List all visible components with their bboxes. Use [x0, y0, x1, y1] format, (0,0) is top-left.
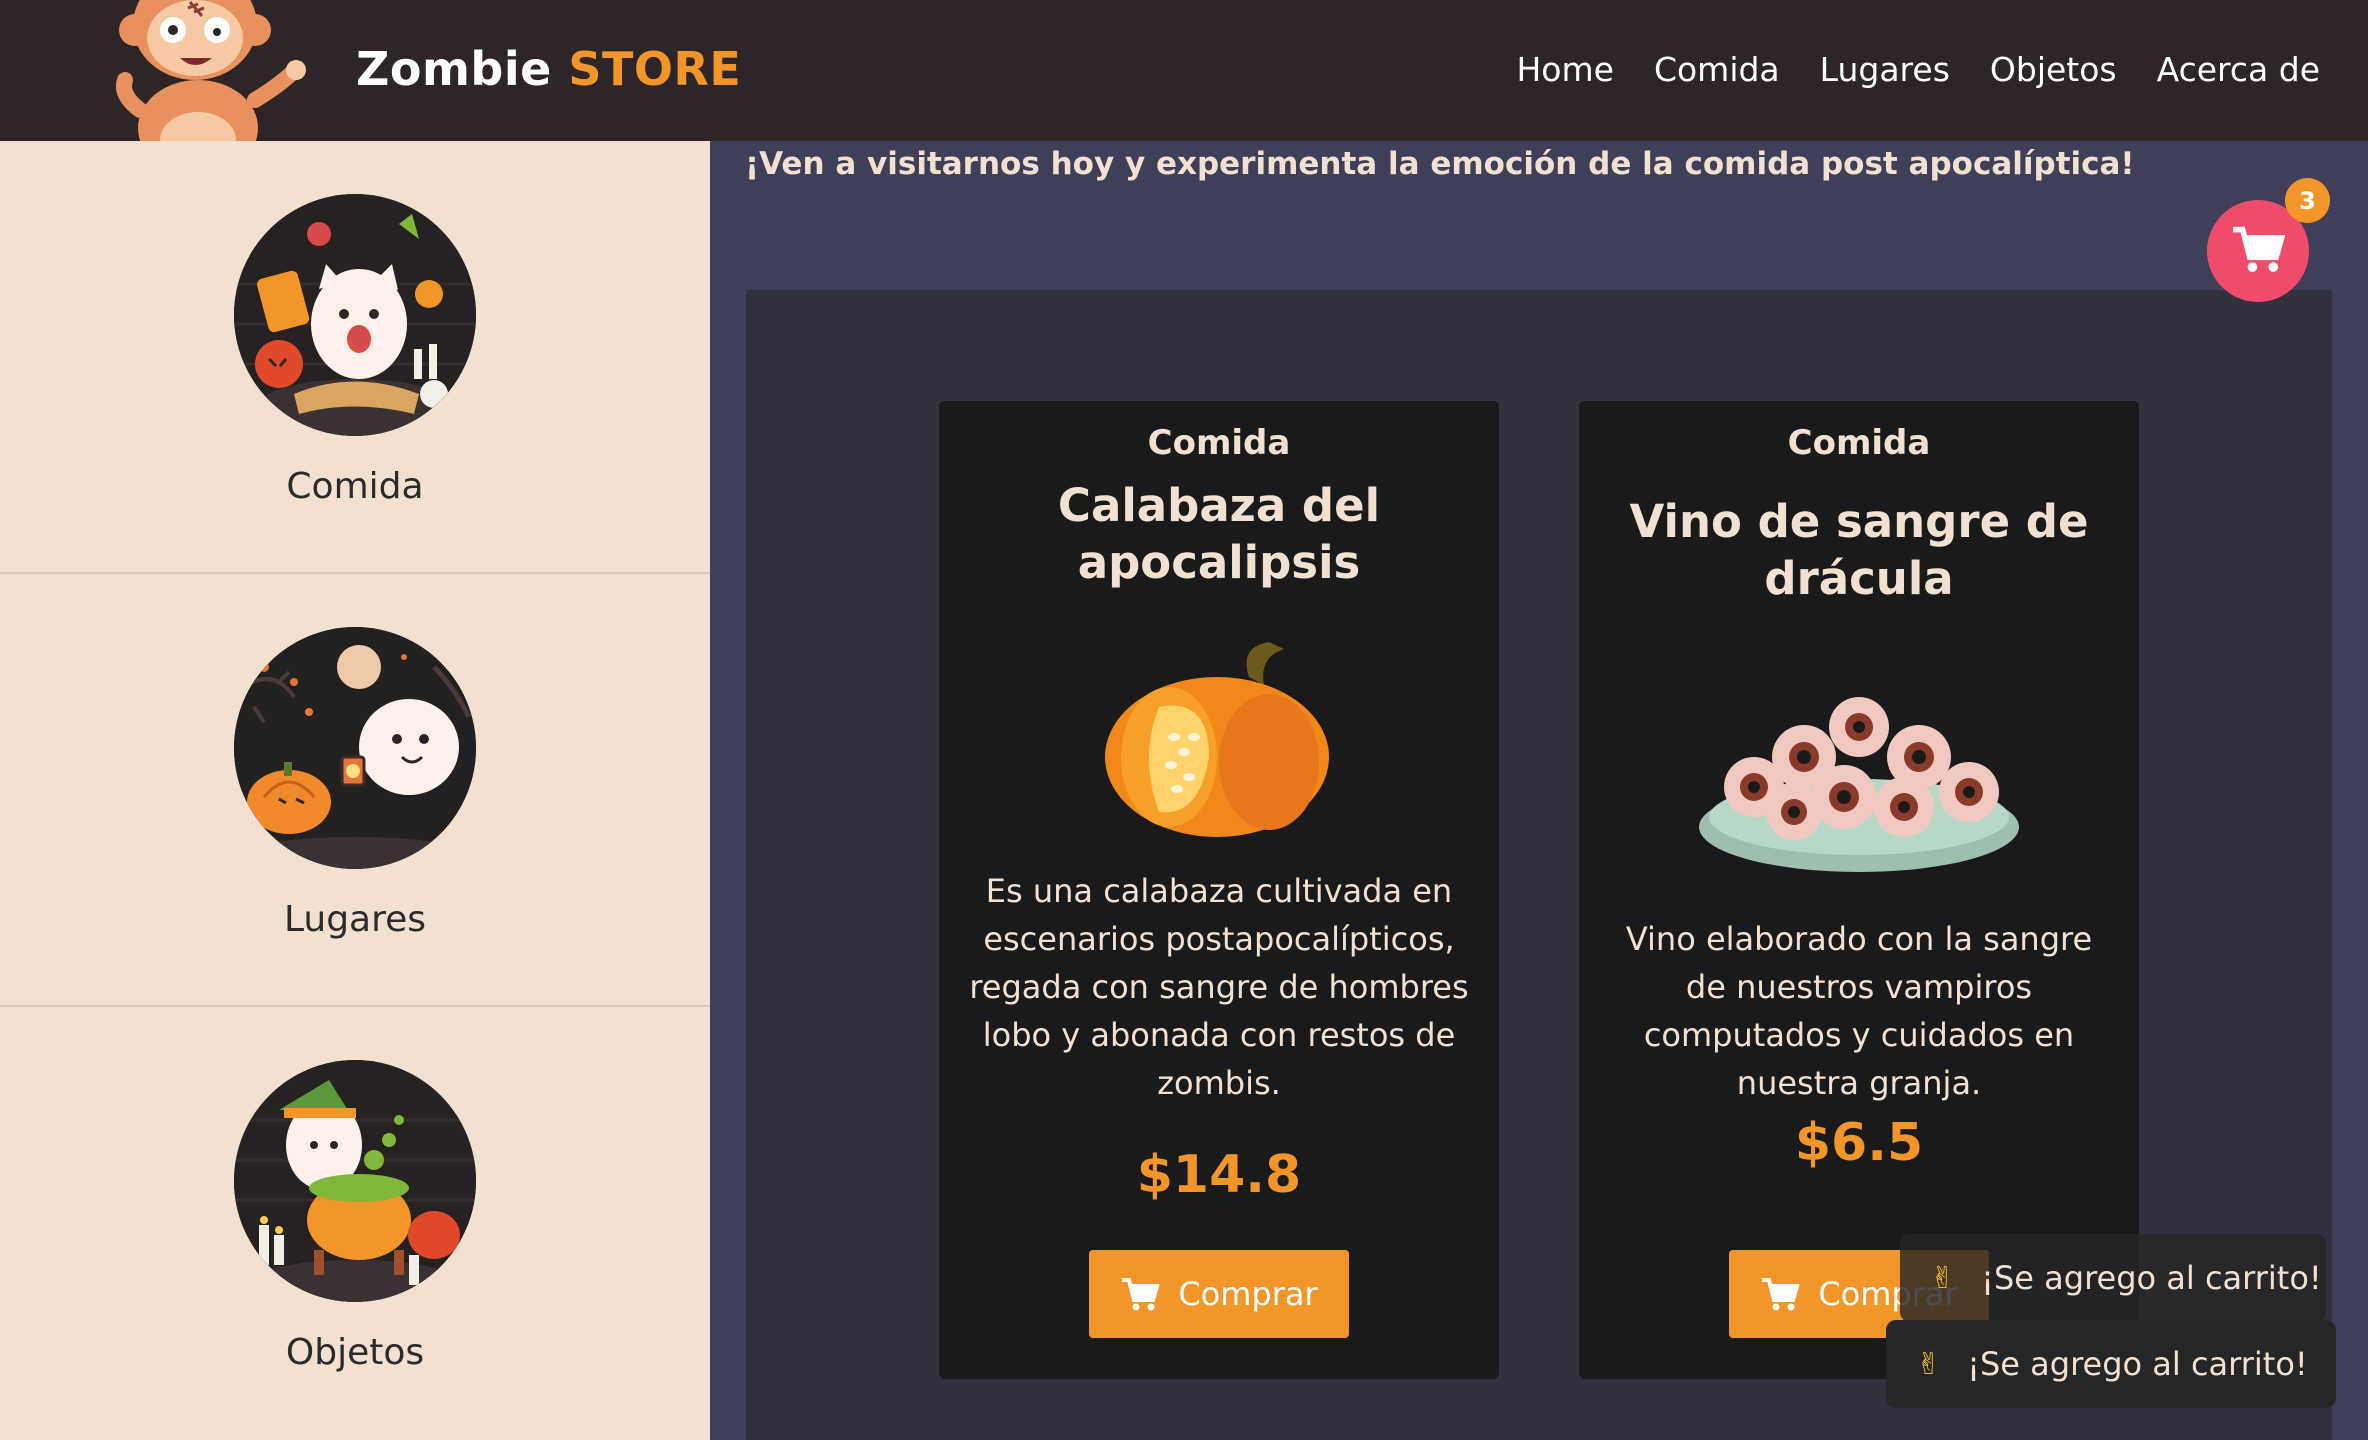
category-sidebar: Comida Lugares Objetos [0, 141, 710, 1440]
product-card: Comida Calabaza del apocalipsis Es una c… [939, 401, 1499, 1379]
witch-ghost-cauldron-icon [234, 1060, 476, 1302]
brand-title[interactable]: Zombie STORE [356, 42, 741, 96]
rock-hand-icon: ✌ [1916, 1346, 1942, 1382]
toast-notification[interactable]: ✌ ¡Se agrego al carrito! [1886, 1320, 2336, 1408]
site-header: Zombie STORE Home Comida Lugares Objetos… [0, 0, 2368, 141]
sidebar-item-lugares[interactable]: Lugares [0, 574, 710, 1007]
ghost-cat-potion-icon [234, 194, 476, 436]
product-description: Es una calabaza cultivada en escenarios … [969, 872, 1469, 1102]
shopping-cart-icon [2230, 224, 2286, 278]
nav-acerca-de[interactable]: Acerca de [2157, 50, 2320, 89]
nav-comida[interactable]: Comida [1654, 50, 1780, 89]
rock-hand-icon: ✌ [1930, 1260, 1956, 1296]
toast-message: ¡Se agrego al carrito! [1967, 1345, 2308, 1383]
zombie-monkey-logo[interactable] [70, 0, 315, 141]
product-category: Comida [1147, 423, 1291, 463]
product-title: Vino de sangre de drácula [1629, 495, 2089, 605]
product-category: Comida [1787, 423, 1931, 463]
ghost-pumpkin-moon-icon [234, 627, 476, 869]
comprar-button[interactable]: Comprar [1089, 1250, 1349, 1338]
sidebar-item-comida[interactable]: Comida [0, 141, 710, 574]
sidebar-item-label: Comida [286, 466, 424, 507]
nav-objetos[interactable]: Objetos [1990, 50, 2117, 89]
shopping-cart-icon [1120, 1276, 1160, 1312]
toast-message: ¡Se agrego al carrito! [1981, 1259, 2322, 1297]
brand-accent: STORE [568, 42, 742, 96]
product-card: Comida Vino de sangre de drácula Vino el… [1579, 401, 2139, 1379]
product-title: Calabaza del apocalipsis [1057, 479, 1381, 589]
toast-notification[interactable]: ✌ ¡Se agrego al carrito! [1900, 1234, 2326, 1322]
promo-banner: ¡Ven a visitarnos hoy y experimenta la e… [745, 146, 2135, 182]
shopping-cart-icon [1760, 1276, 1800, 1312]
product-description: Vino elaborado con la sangre de nuestros… [1625, 920, 2093, 1102]
brand-primary: Zombie [356, 42, 552, 96]
sidebar-item-label: Lugares [283, 899, 427, 940]
comprar-label: Comprar [1178, 1275, 1318, 1313]
nav-home[interactable]: Home [1516, 50, 1613, 89]
nav-lugares[interactable]: Lugares [1820, 50, 1950, 89]
product-price: $14.8 [1136, 1145, 1302, 1205]
sidebar-item-label: Objetos [285, 1332, 425, 1373]
top-nav: Home Comida Lugares Objetos Acerca de [1516, 50, 2320, 89]
cart-count-badge: 3 [2285, 178, 2330, 223]
product-price: $6.5 [1794, 1113, 1924, 1173]
pumpkin-image [1099, 637, 1339, 851]
sidebar-item-objetos[interactable]: Objetos [0, 1007, 710, 1440]
eyeballs-plate-image [1694, 667, 2024, 881]
